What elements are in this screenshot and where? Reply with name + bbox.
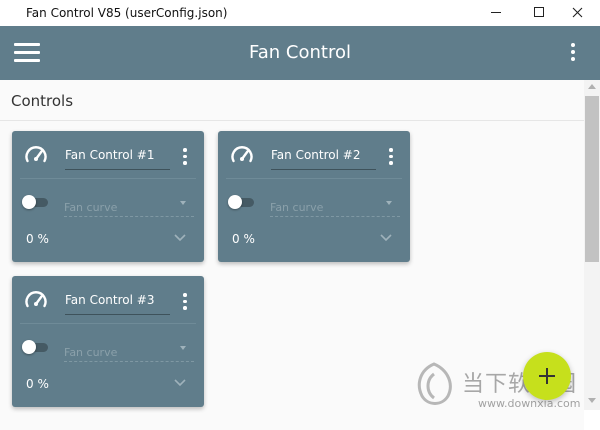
section-title: Controls [11,92,74,110]
fan-control-name: Fan Control #3 [65,293,155,307]
more-vert-icon[interactable] [566,43,580,65]
chevron-down-icon[interactable] [378,231,394,243]
fan-curve-placeholder: Fan curve [64,346,118,359]
scroll-up-arrow-icon[interactable] [588,84,596,89]
speedometer-icon [25,146,47,163]
card-more-vert-icon[interactable] [387,148,395,166]
fan-control-card: Fan Control #3 Fan curve 0 % [12,276,204,407]
card-more-vert-icon[interactable] [181,293,189,311]
maximize-icon [534,7,544,17]
close-button[interactable] [556,0,600,26]
scroll-thumb[interactable] [585,96,599,262]
vertical-scrollbar[interactable] [584,80,600,410]
fan-control-name-field[interactable]: Fan Control #2 [271,146,376,170]
minimize-icon [491,12,501,13]
fan-curve-placeholder: Fan curve [270,201,324,214]
speedometer-icon [25,291,47,308]
card-divider [226,178,402,179]
window-titlebar: Fan Control V85 (userConfig.json) [0,0,600,26]
fan-curve-select[interactable]: Fan curve [64,343,194,362]
card-divider [20,178,196,179]
dropdown-caret-icon [386,201,392,205]
fan-percent-value: 0 % [26,377,49,391]
fan-percent-value: 0 % [232,232,255,246]
dropdown-caret-icon [180,346,186,350]
fan-percent-value: 0 % [26,232,49,246]
fan-curve-select[interactable]: Fan curve [64,198,194,217]
fan-control-card: Fan Control #2 Fan curve 0 % [218,131,410,262]
enable-toggle[interactable] [228,195,256,209]
enable-toggle[interactable] [22,340,50,354]
scroll-down-arrow-icon[interactable] [588,398,596,403]
card-more-vert-icon[interactable] [181,148,189,166]
minimize-button[interactable] [474,0,518,26]
card-divider [20,323,196,324]
fan-control-name-field[interactable]: Fan Control #3 [65,291,170,315]
fan-curve-select[interactable]: Fan curve [270,198,400,217]
fan-control-name-field[interactable]: Fan Control #1 [65,146,170,170]
fan-control-name: Fan Control #2 [271,148,361,162]
close-icon [572,7,583,18]
fan-curve-placeholder: Fan curve [64,201,118,214]
speedometer-icon [231,146,253,163]
section-divider [0,120,584,121]
app-bar: Fan Control [0,26,600,80]
fan-control-name: Fan Control #1 [65,148,155,162]
fan-control-card: Fan Control #1 Fan curve 0 % [12,131,204,262]
window-title: Fan Control V85 (userConfig.json) [26,6,228,20]
maximize-button[interactable] [517,0,561,26]
enable-toggle[interactable] [22,195,50,209]
add-control-button[interactable] [523,352,571,400]
dropdown-caret-icon [180,201,186,205]
chevron-down-icon[interactable] [172,231,188,243]
chevron-down-icon[interactable] [172,376,188,388]
app-title: Fan Control [249,42,351,63]
